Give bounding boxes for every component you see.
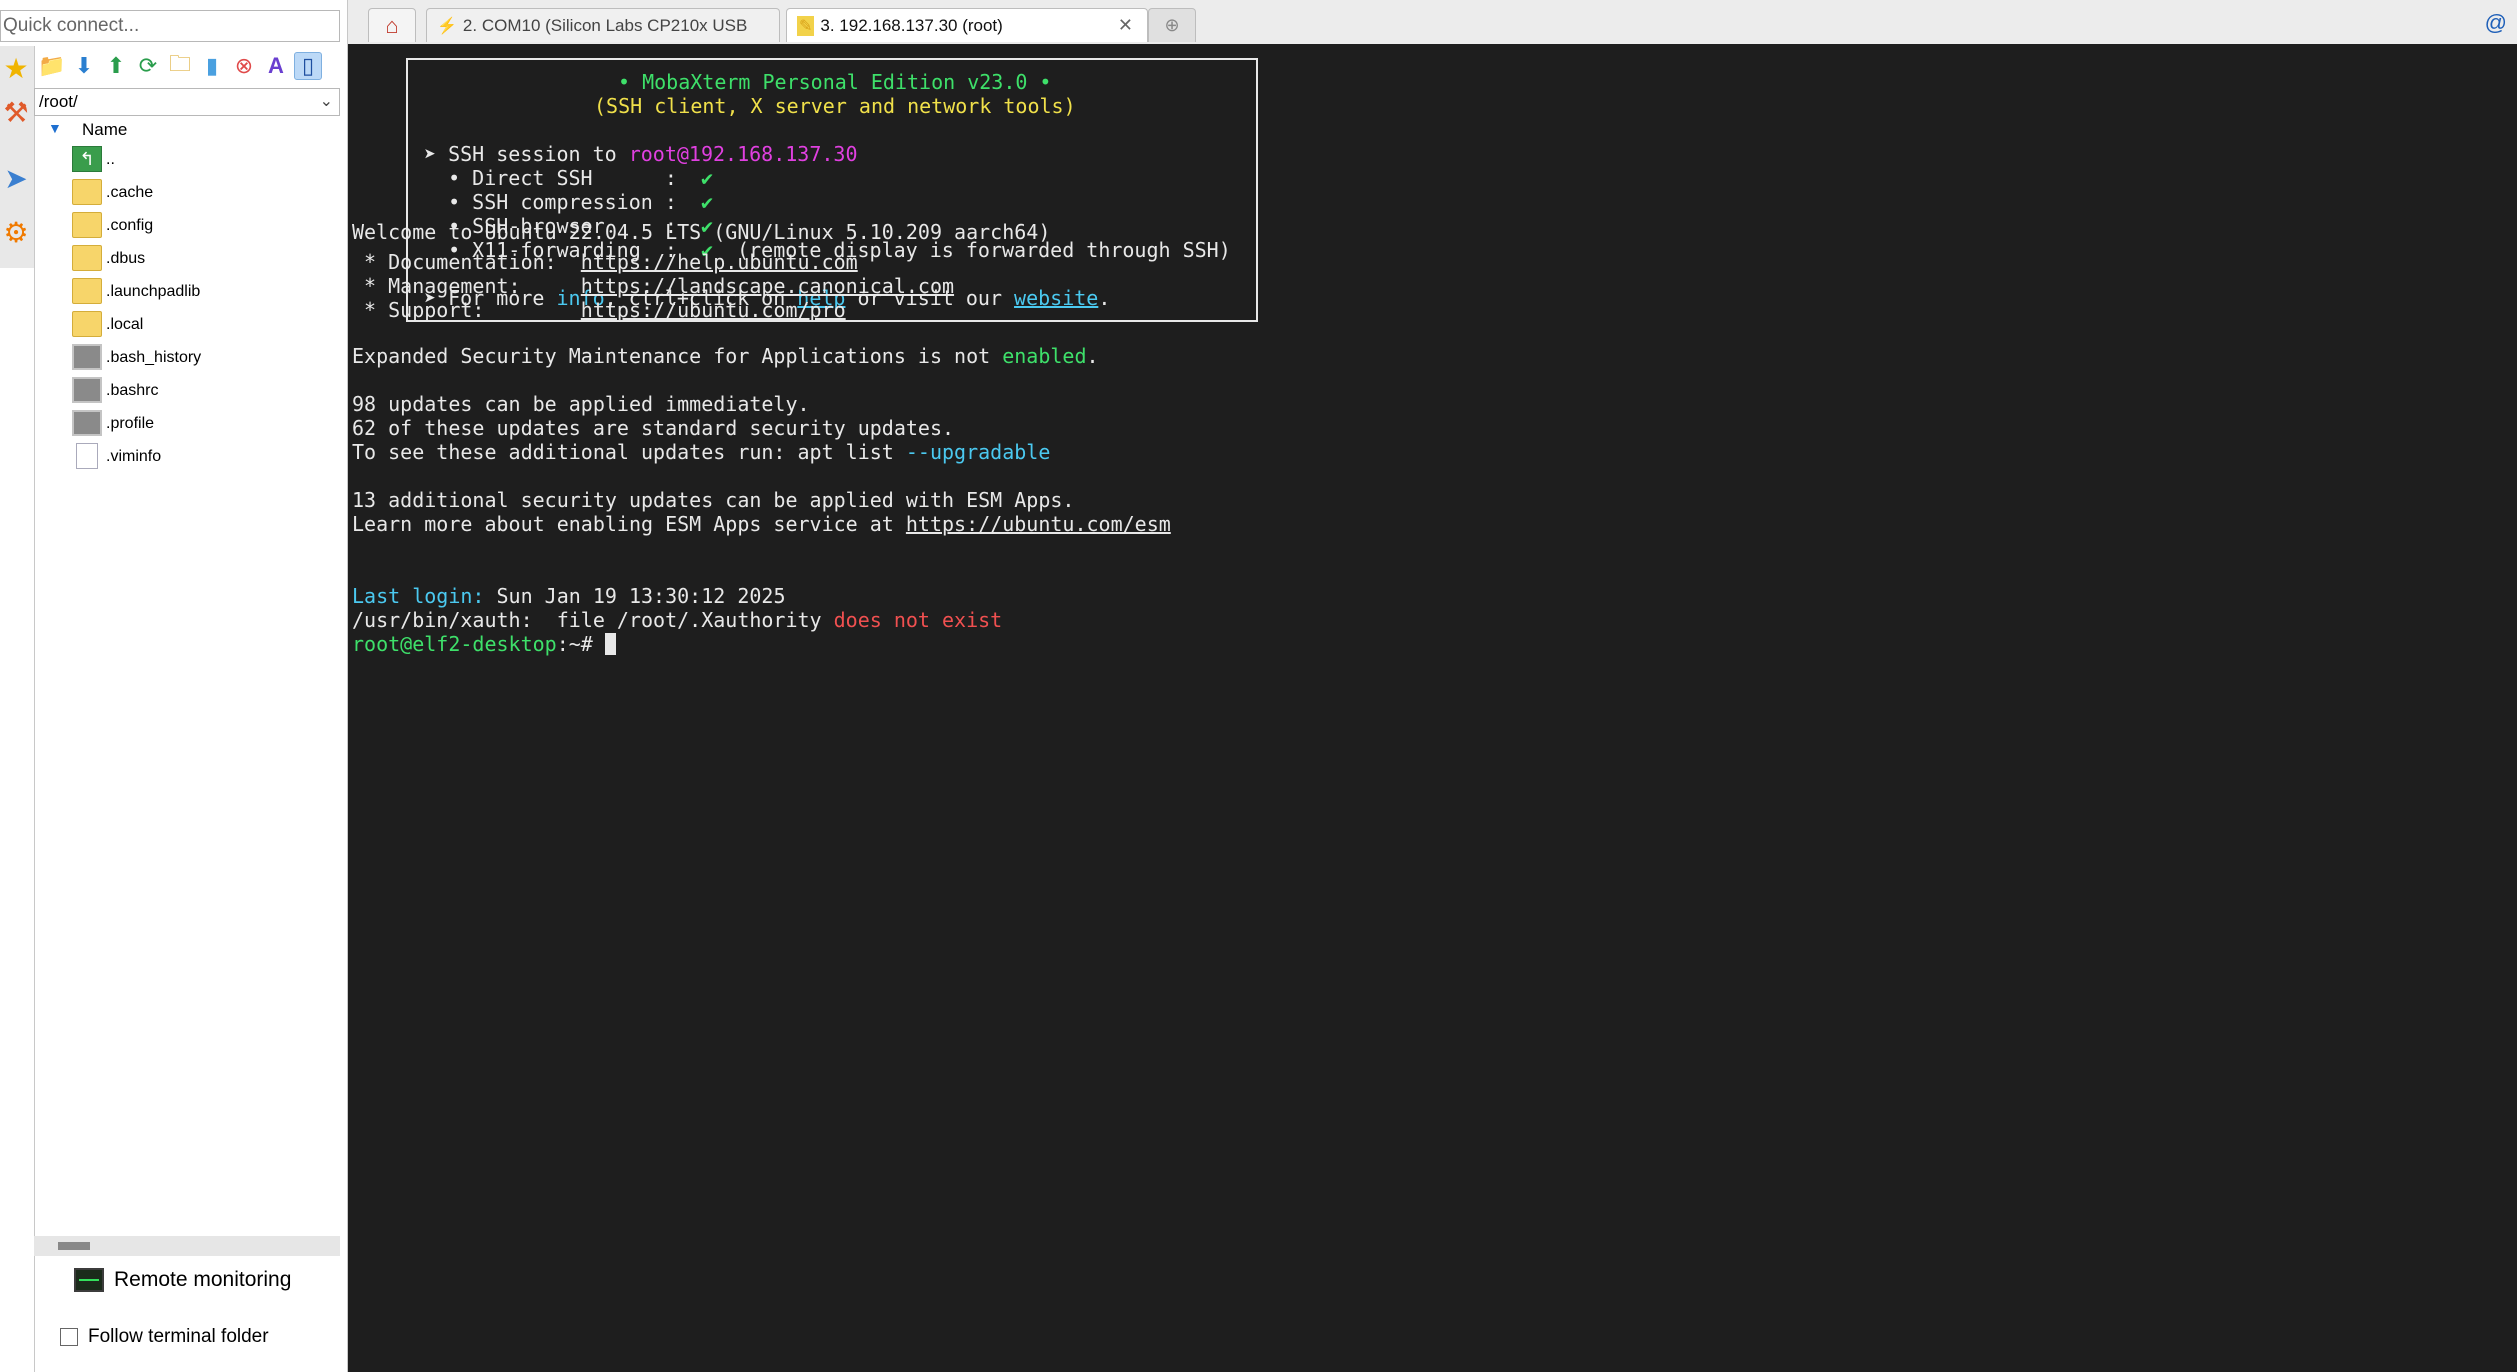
prompt-line[interactable]: root@elf2-desktop:~#: [352, 632, 616, 656]
folder-icon: [72, 245, 102, 271]
quick-connect-input[interactable]: Quick connect...: [0, 10, 340, 42]
new-tab-button[interactable]: ⊕: [1148, 8, 1196, 42]
website-link[interactable]: website: [1014, 286, 1098, 310]
updates-line-1: 98 updates can be applied immediately.: [352, 392, 810, 416]
rename-icon[interactable]: A: [262, 52, 290, 80]
file-row[interactable]: .config: [72, 210, 332, 242]
folder-icon: [72, 212, 102, 238]
new-file-icon[interactable]: ▮: [198, 52, 226, 80]
delete-icon[interactable]: ⊗: [230, 52, 258, 80]
tab-com10[interactable]: ⚡ 2. COM10 (Silicon Labs CP210x USB: [426, 8, 780, 42]
folder-icon: [72, 311, 102, 337]
new-folder-icon[interactable]: 🗀: [166, 51, 194, 80]
file-row[interactable]: .profile: [72, 408, 332, 440]
file-row[interactable]: .bashrc: [72, 375, 332, 407]
refresh-icon[interactable]: ⟳: [134, 52, 162, 80]
download-icon[interactable]: ⬇: [70, 52, 98, 80]
terminal-file-icon: [72, 377, 102, 403]
esm-updates-line: 13 additional security updates can be ap…: [352, 488, 1075, 512]
follow-terminal-folder-checkbox[interactable]: Follow terminal folder: [60, 1326, 269, 1348]
last-login-line: Last login: Sun Jan 19 13:30:12 2025: [352, 584, 786, 608]
document-icon: [76, 443, 98, 469]
collapse-triangle-icon[interactable]: ▼: [48, 120, 62, 136]
sftp-toolbar: 📁 ⬇ ⬆ ⟳ 🗀 ▮ ⊗ A ▯: [34, 48, 344, 84]
path-field[interactable]: /root/ ⌄: [34, 88, 340, 116]
management-line: * Management: https://landscape.canonica…: [352, 274, 955, 298]
file-tree-header[interactable]: ▼ Name: [34, 118, 340, 140]
file-row[interactable]: .bash_history: [72, 342, 332, 374]
documentation-link[interactable]: https://help.ubuntu.com: [581, 250, 858, 274]
home-icon: ⌂: [385, 12, 399, 38]
terminal-view[interactable]: • MobaXterm Personal Edition v23.0 • (SS…: [348, 44, 2517, 1372]
banner-ssh-line: ➤ SSH session to root@192.168.137.30: [424, 142, 858, 166]
esm-learn-more-line: Learn more about enabling ESM Apps servi…: [352, 512, 1171, 536]
support-link[interactable]: https://ubuntu.com/pro: [581, 298, 846, 322]
star-icon[interactable]: ★: [0, 46, 32, 90]
updates-line-2: 62 of these updates are standard securit…: [352, 416, 955, 440]
welcome-line: Welcome to Ubuntu 22.04.5 LTS (GNU/Linux…: [352, 220, 1051, 244]
esm-status-line: Expanded Security Maintenance for Applic…: [352, 344, 1099, 368]
follow-toggle-icon[interactable]: ▯: [294, 52, 322, 80]
file-row[interactable]: .cache: [72, 177, 332, 209]
file-row[interactable]: .dbus: [72, 243, 332, 275]
management-link[interactable]: https://landscape.canonical.com: [581, 274, 954, 298]
banner-subtitle: (SSH client, X server and network tools): [594, 94, 1076, 118]
session-tab-bar: ⌂ ⚡ 2. COM10 (Silicon Labs CP210x USB ✎ …: [348, 0, 2517, 45]
folder-icon: [72, 179, 102, 205]
terminal-file-icon: [72, 410, 102, 436]
parent-folder-icon: ↰: [72, 146, 102, 172]
send-icon[interactable]: ➤: [0, 156, 32, 200]
file-row[interactable]: .local: [72, 309, 332, 341]
chevron-down-icon[interactable]: ⌄: [320, 91, 333, 111]
file-row[interactable]: .launchpadlib: [72, 276, 332, 308]
remote-monitoring-button[interactable]: Remote monitoring: [74, 1268, 291, 1292]
name-column-header: Name: [82, 120, 128, 139]
folder-icon: [72, 278, 102, 304]
file-row[interactable]: .viminfo: [72, 441, 332, 473]
serial-icon: ⚡: [437, 17, 457, 35]
ssh-icon: ✎: [797, 15, 815, 36]
side-strip: [0, 268, 35, 1372]
checkbox[interactable]: [60, 1328, 78, 1346]
tools-icon[interactable]: ⚒: [0, 90, 32, 134]
file-row[interactable]: ↰ ..: [72, 144, 332, 176]
folder-up-icon[interactable]: 📁: [38, 52, 66, 80]
attachment-icon[interactable]: @: [2485, 10, 2507, 36]
tab-ssh-session[interactable]: ✎ 3. 192.168.137.30 (root) ✕: [786, 8, 1148, 42]
new-tab-icon: ⊕: [1164, 15, 1180, 35]
esm-link[interactable]: https://ubuntu.com/esm: [906, 512, 1171, 536]
updates-line-3: To see these additional updates run: apt…: [352, 440, 1051, 464]
sftp-sidebar: Quick connect... ★ ⚒ ➤ ⚙ 📁 ⬇ ⬆ ⟳ 🗀 ▮ ⊗ A…: [0, 0, 348, 1372]
support-line: * Support: https://ubuntu.com/pro: [352, 298, 846, 322]
upload-icon[interactable]: ⬆: [102, 52, 130, 80]
vertical-side-tabs: ★ ⚒ ➤ ⚙: [0, 46, 35, 268]
monitor-icon: [74, 1268, 104, 1292]
xauth-line: /usr/bin/xauth: file /root/.Xauthority d…: [352, 608, 1003, 632]
splitter-grip[interactable]: [58, 1242, 90, 1250]
pane-splitter[interactable]: [34, 1236, 340, 1256]
macros-icon[interactable]: ⚙: [0, 210, 32, 254]
tab-home[interactable]: ⌂: [368, 8, 416, 42]
banner-option-compression: • SSH compression : ✔: [424, 190, 713, 214]
cursor: [604, 633, 616, 655]
close-tab-icon[interactable]: ✕: [1118, 15, 1133, 36]
terminal-file-icon: [72, 344, 102, 370]
banner-option-direct-ssh: • Direct SSH : ✔: [424, 166, 713, 190]
path-text: /root/: [39, 92, 78, 111]
documentation-line: * Documentation: https://help.ubuntu.com: [352, 250, 858, 274]
banner-title: • MobaXterm Personal Edition v23.0 •: [618, 70, 1052, 94]
